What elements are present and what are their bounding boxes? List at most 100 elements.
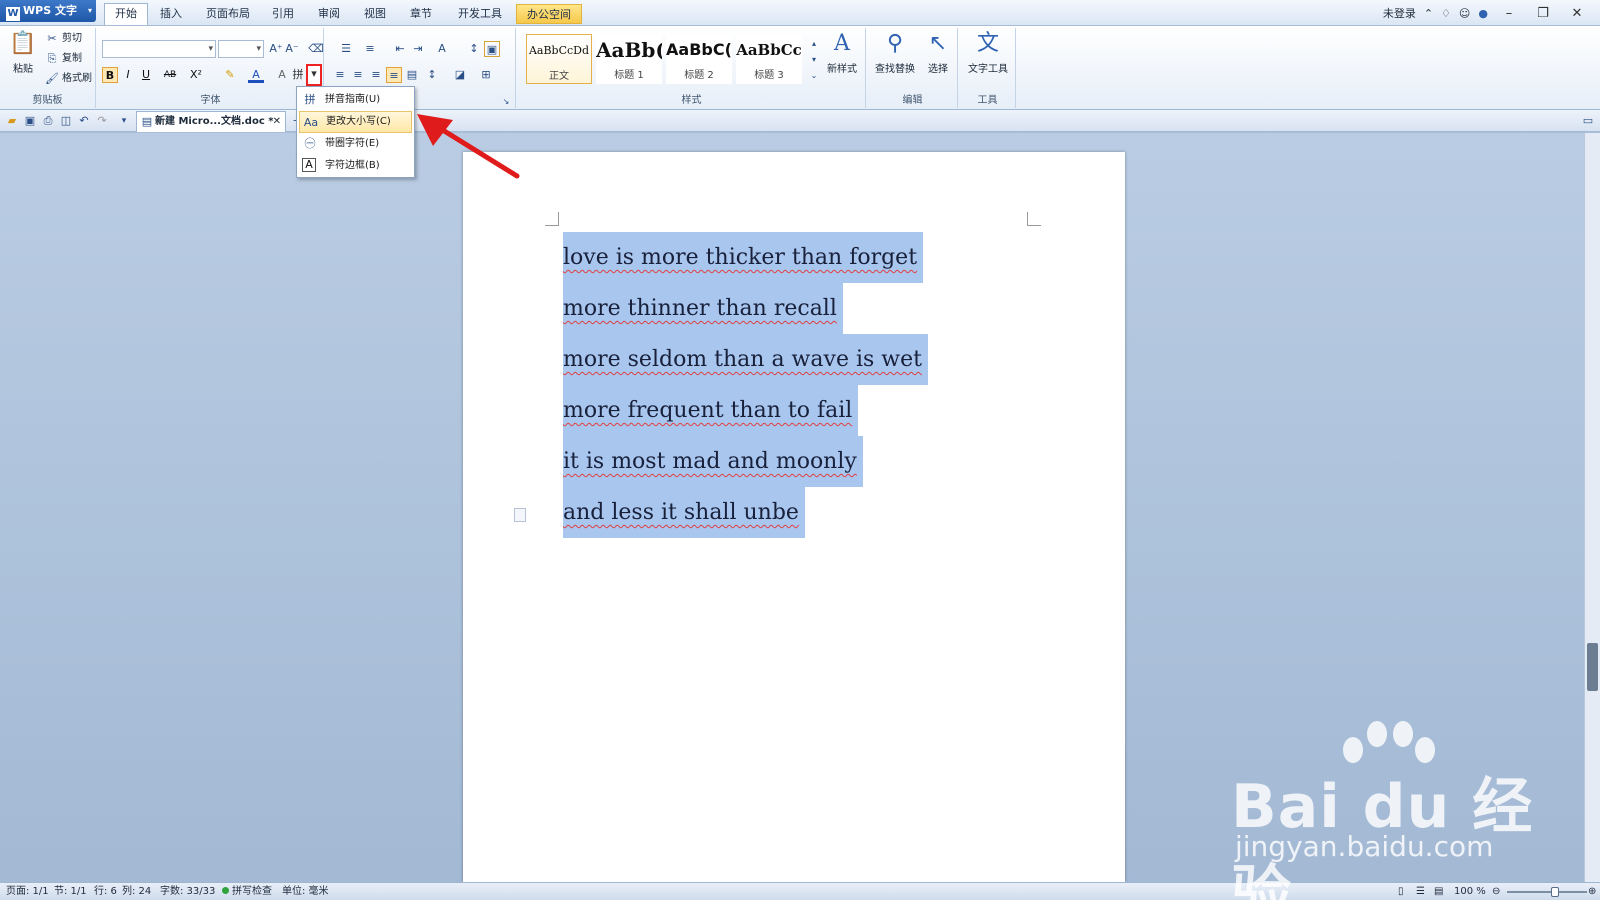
help-icon[interactable]: ● bbox=[1478, 7, 1488, 20]
skin-icon[interactable]: ♢ bbox=[1441, 7, 1451, 20]
line-spacing-icon[interactable]: ↕ bbox=[424, 67, 440, 83]
text-line[interactable]: it is most mad and moonly bbox=[563, 436, 863, 487]
undo-icon[interactable]: ↶ bbox=[76, 113, 92, 129]
edit-group-label: 编辑 bbox=[902, 95, 923, 106]
tools-group-label: 工具 bbox=[977, 95, 998, 106]
cut-button[interactable]: ✂ 剪切 bbox=[44, 30, 82, 48]
app-menu-button[interactable]: W WPS 文字 ▾ bbox=[0, 0, 96, 22]
text-line[interactable]: more thinner than recall bbox=[563, 283, 843, 334]
status-word-count[interactable]: 字数: 33/33 bbox=[160, 883, 215, 900]
open-folder-icon[interactable]: ▰ bbox=[4, 113, 20, 129]
vertical-scrollbar[interactable] bbox=[1584, 133, 1600, 882]
text-line[interactable]: more seldom than a wave is wet bbox=[563, 334, 928, 385]
paste-icon: 📋 bbox=[9, 31, 37, 56]
tab-home[interactable]: 开始 bbox=[104, 3, 148, 25]
tab-view[interactable]: 视图 bbox=[354, 4, 396, 24]
print-preview-icon[interactable]: ◫ bbox=[58, 113, 74, 129]
style-heading-3[interactable]: AaBbCc 标题 3 bbox=[736, 34, 802, 84]
tab-review[interactable]: 审阅 bbox=[308, 4, 350, 24]
app-name: WPS 文字 bbox=[23, 4, 77, 17]
text-line[interactable]: love is more thicker than forget bbox=[563, 232, 924, 283]
borders-icon[interactable]: ⊞ bbox=[478, 67, 494, 83]
watermark-url: jingyan.baidu.com bbox=[1235, 830, 1494, 863]
clear-format-icon[interactable]: ⌫ bbox=[308, 41, 324, 57]
text-direction-icon[interactable]: A bbox=[434, 41, 450, 57]
grow-font-icon[interactable]: A⁺ bbox=[268, 41, 284, 57]
paste-button[interactable]: 📋 粘贴 bbox=[6, 30, 40, 75]
font-size-combo[interactable] bbox=[218, 40, 264, 58]
text-line[interactable]: more frequent than to fail bbox=[563, 385, 859, 436]
status-unit[interactable]: 单位: 毫米 bbox=[282, 883, 329, 900]
styles-scroll-up-icon[interactable]: ▴ bbox=[806, 36, 822, 52]
document-tab-title: 新建 Micro...文档.doc * bbox=[155, 116, 274, 127]
tab-references[interactable]: 引用 bbox=[262, 4, 304, 24]
text-tools-button[interactable]: 文文字工具 bbox=[962, 30, 1014, 75]
menu-item-char-border[interactable]: A 字符边框(B) bbox=[299, 155, 412, 177]
bold-button[interactable]: B bbox=[102, 67, 118, 83]
align-right-icon[interactable]: ≡ bbox=[368, 67, 384, 83]
print-icon[interactable]: ⎙ bbox=[40, 113, 56, 129]
align-left-icon[interactable]: ≡ bbox=[332, 67, 348, 83]
paragraph-settings-icon[interactable]: ↘ bbox=[498, 94, 514, 110]
scrollbar-thumb[interactable] bbox=[1587, 643, 1598, 691]
style-heading-2[interactable]: AaBbC(标题 2 bbox=[666, 34, 732, 84]
char-shading-icon[interactable]: A bbox=[274, 67, 290, 83]
justify-icon[interactable]: ≡ bbox=[386, 67, 402, 83]
increase-indent-icon[interactable]: ⇥ bbox=[410, 41, 426, 57]
find-replace-button[interactable]: ⚲ 查找替换 bbox=[870, 30, 920, 75]
tab-chapter[interactable]: 章节 bbox=[400, 4, 442, 24]
styles-more-icon[interactable]: ⌄ bbox=[806, 68, 822, 84]
document-page[interactable]: love is more thicker than forget more th… bbox=[463, 152, 1125, 882]
show-marks-icon[interactable]: ▣ bbox=[484, 41, 500, 57]
numbered-list-icon[interactable]: ≡ bbox=[362, 41, 378, 57]
restore-button[interactable]: ❐ bbox=[1530, 6, 1556, 21]
feedback-icon[interactable]: ☺ bbox=[1459, 7, 1470, 20]
document-tab[interactable]: ▤ 新建 Micro...文档.doc * ✕ bbox=[136, 111, 286, 132]
select-button[interactable]: ↖ 选择 bbox=[922, 30, 954, 75]
italic-button[interactable]: I bbox=[120, 67, 136, 83]
login-status[interactable]: 未登录 bbox=[1383, 5, 1416, 21]
align-center-icon[interactable]: ≡ bbox=[350, 67, 366, 83]
strikethrough-button[interactable]: AB bbox=[162, 67, 178, 83]
menu-item-change-case[interactable]: Aa 更改大小写(C) bbox=[299, 111, 412, 133]
save-icon[interactable]: ▣ bbox=[22, 113, 38, 129]
tab-developer[interactable]: 开发工具 bbox=[448, 4, 512, 24]
decrease-indent-icon[interactable]: ⇤ bbox=[392, 41, 408, 57]
tab-insert[interactable]: 插入 bbox=[150, 4, 192, 24]
customize-toolbar-icon[interactable]: ▾ bbox=[116, 113, 132, 129]
paragraph-handle-icon[interactable] bbox=[514, 508, 526, 522]
style-normal[interactable]: AaBbCcDd 正文 bbox=[526, 34, 592, 84]
shading-icon[interactable]: ◪ bbox=[452, 67, 468, 83]
pinyin-guide-icon[interactable]: 拼 bbox=[290, 67, 306, 83]
distribute-icon[interactable]: ▤ bbox=[404, 67, 420, 83]
menu-item-pinyin-guide[interactable]: 拼拼音指南(U) bbox=[299, 89, 412, 111]
new-style-button[interactable]: A 新样式 bbox=[822, 30, 862, 75]
restore-layout-icon[interactable]: ▭ bbox=[1580, 113, 1596, 129]
status-page: 页面: 1/1 bbox=[6, 886, 49, 897]
styles-scroll-down-icon[interactable]: ▾ bbox=[806, 52, 822, 68]
shrink-font-icon[interactable]: A⁻ bbox=[284, 41, 300, 57]
style-heading-1[interactable]: AaBb(标题 1 bbox=[596, 34, 662, 84]
tab-office-space[interactable]: 办公空间 bbox=[516, 4, 582, 24]
copy-button[interactable]: ⎘ 复制 bbox=[44, 50, 82, 68]
tab-page-layout[interactable]: 页面布局 bbox=[196, 4, 260, 24]
sort-icon[interactable]: ↕ bbox=[466, 41, 482, 57]
status-spell-check[interactable]: 拼写检查 bbox=[222, 883, 272, 900]
font-color-icon[interactable]: A bbox=[248, 67, 264, 83]
underline-button[interactable]: U bbox=[138, 67, 154, 83]
brush-icon: 🖌 bbox=[45, 72, 59, 85]
zoom-in-icon[interactable]: ⊕ bbox=[1588, 883, 1596, 900]
format-painter-button[interactable]: 🖌 格式刷 bbox=[44, 70, 92, 88]
menu-item-enclosed-char[interactable]: ㊀带圈字符(E) bbox=[299, 133, 412, 155]
collapse-ribbon-icon[interactable]: ⌃ bbox=[1424, 7, 1433, 20]
superscript-button[interactable]: X² bbox=[188, 67, 204, 83]
redo-icon[interactable]: ↷ bbox=[94, 113, 110, 129]
text-line[interactable]: and less it shall unbe bbox=[563, 487, 805, 538]
close-button[interactable]: ✕ bbox=[1564, 6, 1590, 21]
bullet-list-icon[interactable]: ☰ bbox=[338, 41, 354, 57]
font-name-combo[interactable] bbox=[102, 40, 216, 58]
close-tab-icon[interactable]: ✕ bbox=[273, 112, 281, 132]
highlight-icon[interactable]: ✎ bbox=[222, 67, 238, 83]
font-extra-dropdown-icon[interactable]: ▾ bbox=[306, 64, 322, 86]
minimize-button[interactable]: – bbox=[1496, 6, 1522, 21]
